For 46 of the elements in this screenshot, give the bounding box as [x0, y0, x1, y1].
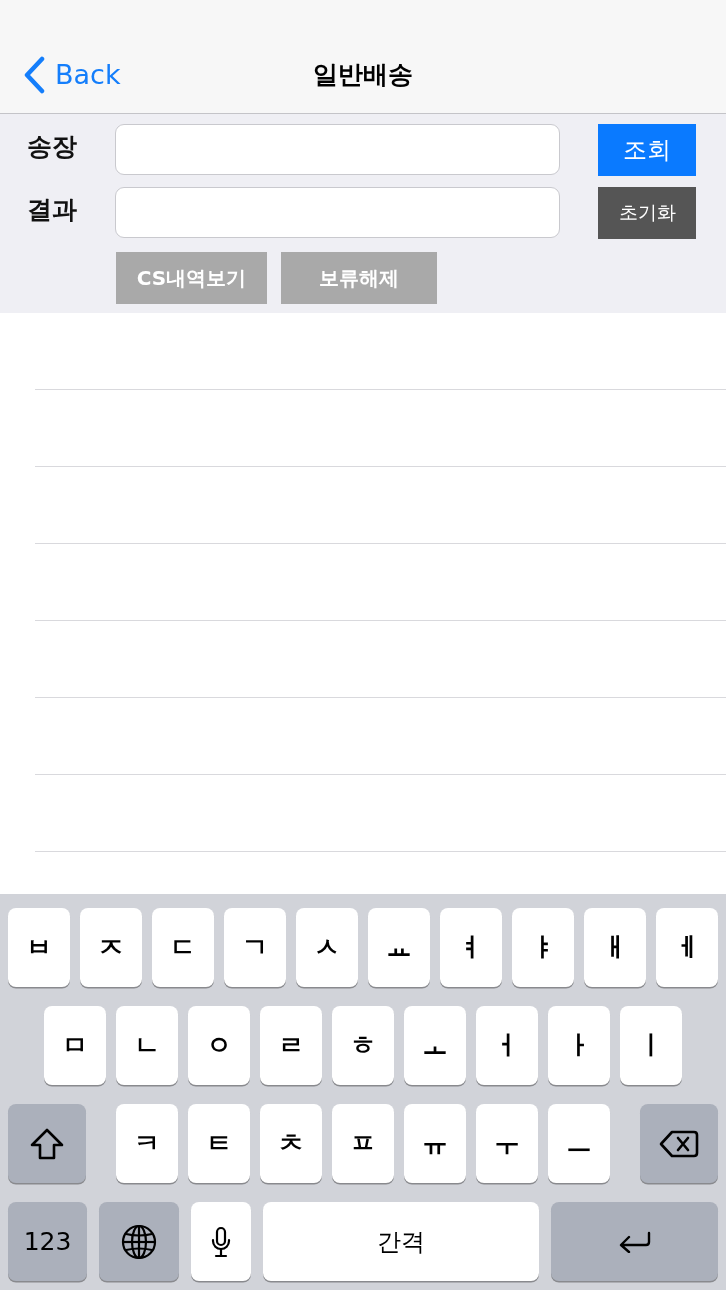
keyboard-key[interactable]: ㅡ: [548, 1104, 610, 1183]
keyboard-key[interactable]: ㄱ: [224, 908, 286, 987]
keyboard-key[interactable]: ㅁ: [44, 1006, 106, 1085]
keyboard-key[interactable]: ㅛ: [368, 908, 430, 987]
microphone-key[interactable]: [191, 1202, 251, 1281]
input-field[interactable]: [115, 187, 560, 238]
keyboard-key[interactable]: ㅠ: [404, 1104, 466, 1183]
field-label: 송장: [27, 131, 77, 159]
keyboard-key[interactable]: ㅜ: [476, 1104, 538, 1183]
microphone-icon: [211, 1225, 231, 1258]
keyboard-key[interactable]: ㄷ: [152, 908, 214, 987]
keyboard-key[interactable]: ㅈ: [80, 908, 142, 987]
keyboard-key[interactable]: ㅇ: [188, 1006, 250, 1085]
keyboard-key[interactable]: ㅌ: [188, 1104, 250, 1183]
keyboard-key[interactable]: ㅏ: [548, 1006, 610, 1085]
backspace-icon: [659, 1129, 699, 1158]
keyboard-key[interactable]: ㅗ: [404, 1006, 466, 1085]
keyboard-key[interactable]: ㅍ: [332, 1104, 394, 1183]
shift-key[interactable]: [8, 1104, 86, 1183]
backspace-key[interactable]: [640, 1104, 718, 1183]
keyboard-key[interactable]: ㅊ: [260, 1104, 322, 1183]
reset-button[interactable]: 초기화: [598, 187, 696, 239]
keyboard-key[interactable]: ㅋ: [116, 1104, 178, 1183]
keyboard-key[interactable]: ㅣ: [620, 1006, 682, 1085]
numbers-key[interactable]: 123: [8, 1202, 87, 1281]
return-icon: [618, 1230, 651, 1253]
chevron-left-icon: [23, 55, 45, 94]
space-key[interactable]: 간격: [263, 1202, 539, 1281]
keyboard-key[interactable]: ㅑ: [512, 908, 574, 987]
search-button[interactable]: 조회: [598, 124, 696, 176]
back-button[interactable]: Back: [23, 55, 121, 94]
globe-icon: [121, 1223, 157, 1260]
keyboard-key[interactable]: ㅐ: [584, 908, 646, 987]
keyboard-key[interactable]: ㄴ: [116, 1006, 178, 1085]
keyboard-key[interactable]: ㅕ: [440, 908, 502, 987]
input-field[interactable]: [115, 124, 560, 175]
keyboard-key[interactable]: ㅓ: [476, 1006, 538, 1085]
keyboard-key[interactable]: ㄹ: [260, 1006, 322, 1085]
keyboard-key[interactable]: ㅎ: [332, 1006, 394, 1085]
keyboard-key[interactable]: ㅅ: [296, 908, 358, 987]
keyboard-key[interactable]: ㅂ: [8, 908, 70, 987]
shift-icon: [30, 1127, 64, 1160]
field-label: 결과: [27, 194, 77, 222]
keyboard-key[interactable]: ㅔ: [656, 908, 718, 987]
language-key[interactable]: [99, 1202, 179, 1281]
screen-title: 일반배송: [313, 59, 413, 91]
